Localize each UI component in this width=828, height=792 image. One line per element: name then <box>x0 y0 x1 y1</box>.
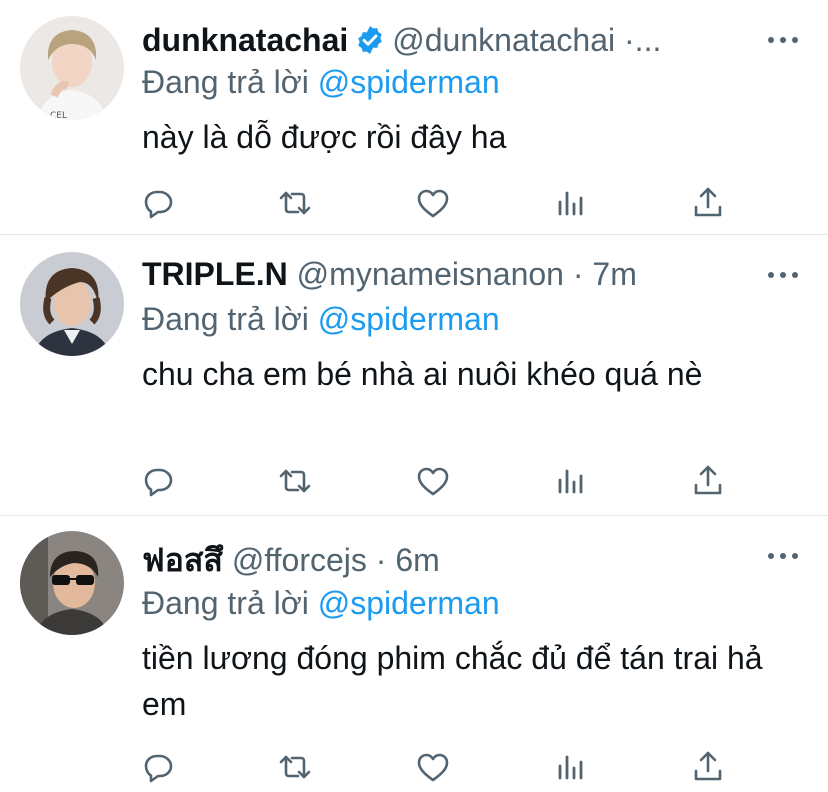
action-bar <box>138 461 728 501</box>
more-icon[interactable] <box>768 25 798 55</box>
tweet[interactable]: ฟอสสึ @fforcejs · 6m Đang trả lời @spide… <box>0 516 828 790</box>
reply-icon[interactable] <box>138 747 178 787</box>
share-icon[interactable] <box>688 747 728 787</box>
reply-prefix: Đang trả lời <box>142 585 309 621</box>
handle[interactable]: @fforcejs · 6m <box>232 542 440 578</box>
avatar[interactable] <box>20 531 124 635</box>
display-name[interactable]: dunknatachai <box>142 22 348 58</box>
tweet[interactable]: TRIPLE.N @mynameisnanon · 7m Đang trả lờ… <box>0 235 828 516</box>
avatar[interactable]: CEL <box>20 16 124 120</box>
tweet-header: dunknatachai @dunknatachai ·... <box>142 18 758 62</box>
reply-icon[interactable] <box>138 183 178 223</box>
avatar[interactable] <box>20 252 124 356</box>
like-icon[interactable] <box>413 183 453 223</box>
reply-icon[interactable] <box>138 461 178 501</box>
svg-text:CEL: CEL <box>50 111 67 120</box>
retweet-icon[interactable] <box>275 747 315 787</box>
like-icon[interactable] <box>413 747 453 787</box>
stats-icon[interactable] <box>551 183 591 223</box>
retweet-icon[interactable] <box>275 461 315 501</box>
action-bar <box>138 747 728 787</box>
like-icon[interactable] <box>413 461 453 501</box>
more-icon[interactable] <box>768 541 798 571</box>
action-bar <box>138 183 728 223</box>
reply-prefix: Đang trả lời <box>142 64 309 100</box>
stats-icon[interactable] <box>551 747 591 787</box>
mention-link[interactable]: @spiderman <box>318 64 500 100</box>
reply-prefix: Đang trả lời <box>142 301 309 337</box>
tweet-text: tiền lương đóng phim chắc đủ để tán trai… <box>142 640 763 722</box>
tweet-header: TRIPLE.N @mynameisnanon · 7m <box>142 252 758 296</box>
handle[interactable]: @dunknatachai ·... <box>392 22 661 58</box>
mention-link[interactable]: @spiderman <box>318 301 500 337</box>
tweet-text: này là dỗ được rồi đây ha <box>142 119 507 155</box>
share-icon[interactable] <box>688 183 728 223</box>
handle[interactable]: @mynameisnanon · 7m <box>297 256 637 292</box>
replying-to: Đang trả lời @spiderman <box>142 60 500 104</box>
display-name[interactable]: ฟอสสึ <box>142 542 223 578</box>
stats-icon[interactable] <box>551 461 591 501</box>
retweet-icon[interactable] <box>275 183 315 223</box>
more-icon[interactable] <box>768 260 798 290</box>
reply-feed: CEL dunknatachai @dunknatachai ·... Đang … <box>0 0 828 790</box>
replying-to: Đang trả lời @spiderman <box>142 297 500 341</box>
tweet-text: chu cha em bé nhà ai nuôi khéo quá nè <box>142 356 703 392</box>
share-icon[interactable] <box>688 461 728 501</box>
tweet-header: ฟอสสึ @fforcejs · 6m <box>142 538 758 582</box>
tweet[interactable]: CEL dunknatachai @dunknatachai ·... Đang … <box>0 0 828 235</box>
replying-to: Đang trả lời @spiderman <box>142 581 500 625</box>
verified-badge-icon <box>354 23 386 55</box>
display-name[interactable]: TRIPLE.N <box>142 256 288 292</box>
mention-link[interactable]: @spiderman <box>318 585 500 621</box>
